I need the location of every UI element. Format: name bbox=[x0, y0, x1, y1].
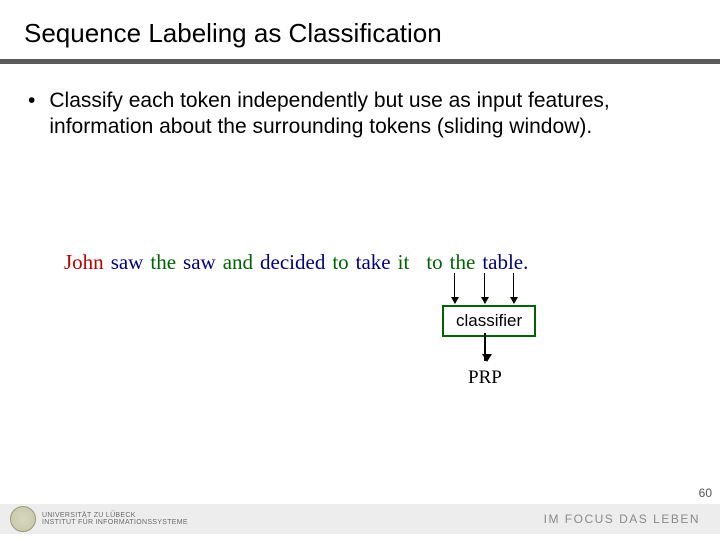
token-5: decided bbox=[260, 250, 325, 275]
footer-tagline: IM FOCUS DAS LEBEN bbox=[544, 512, 700, 526]
example-sentence: Johnsawthesawanddecidedtotakeittothetabl… bbox=[64, 250, 535, 275]
arrow-output bbox=[484, 333, 486, 361]
page-number: 60 bbox=[699, 486, 712, 500]
token-1: saw bbox=[111, 250, 144, 275]
university-line2: INSTITUT FÜR INFORMATIONSSYSTEME bbox=[42, 519, 188, 526]
token-11: table. bbox=[482, 250, 528, 275]
footer-logo: UNIVERSITÄT ZU LÜBECK INSTITUT FÜR INFOR… bbox=[10, 506, 188, 532]
output-tag: PRP bbox=[468, 367, 502, 389]
token-0: John bbox=[64, 250, 104, 275]
token-3: saw bbox=[183, 250, 216, 275]
arrow-input-1 bbox=[454, 273, 455, 303]
token-8: it bbox=[398, 250, 410, 275]
title-rule bbox=[0, 59, 720, 64]
university-line1: UNIVERSITÄT ZU LÜBECK bbox=[42, 512, 188, 519]
token-7: take bbox=[356, 250, 391, 275]
token-10: the bbox=[450, 250, 476, 275]
arrow-input-3 bbox=[513, 273, 514, 303]
bullet-text: Classify each token independently but us… bbox=[49, 88, 680, 141]
token-6: to bbox=[332, 250, 348, 275]
classifier-box: classifier bbox=[442, 305, 536, 337]
arrow-input-2 bbox=[484, 273, 485, 303]
slide-title: Sequence Labeling as Classification bbox=[0, 0, 720, 57]
university-seal-icon bbox=[10, 506, 36, 532]
footer-bar: UNIVERSITÄT ZU LÜBECK INSTITUT FÜR INFOR… bbox=[0, 504, 720, 534]
bullet-dot: • bbox=[28, 88, 35, 141]
token-9: to bbox=[426, 250, 442, 275]
token-2: the bbox=[150, 250, 176, 275]
bullet-item: • Classify each token independently but … bbox=[0, 88, 720, 141]
token-4: and bbox=[223, 250, 253, 275]
